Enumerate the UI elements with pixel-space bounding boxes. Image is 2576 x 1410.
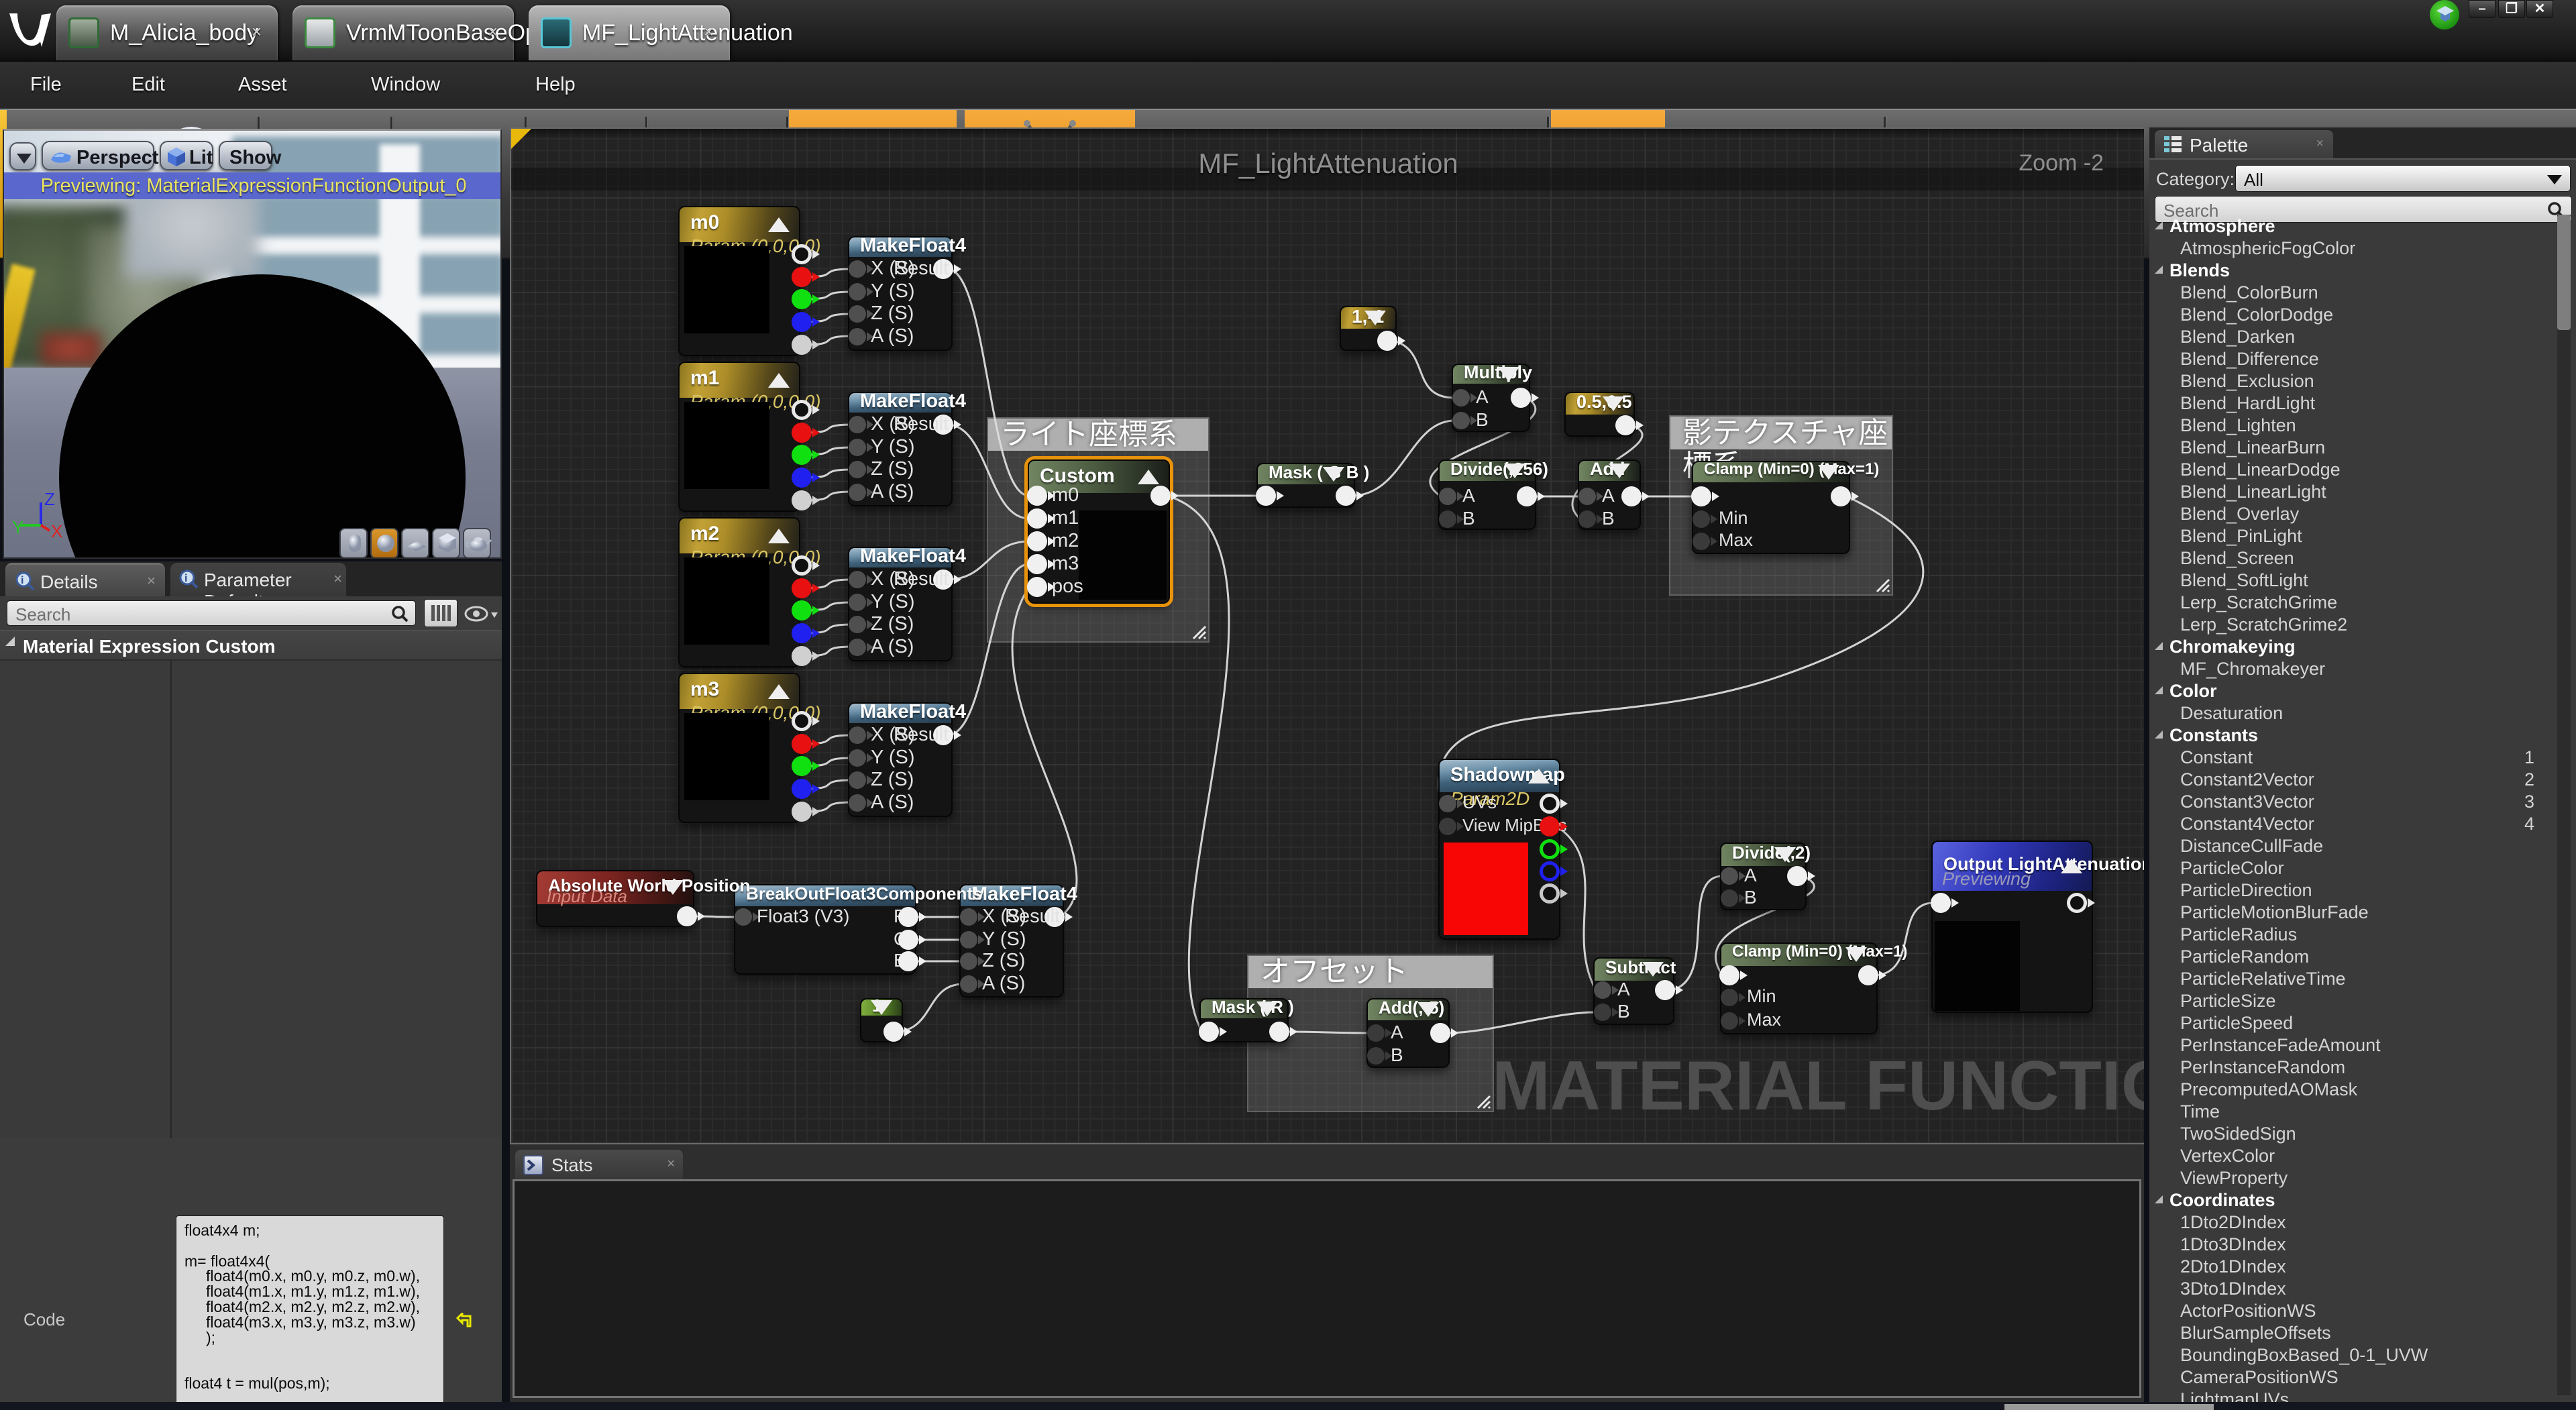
svg-text:Z: Z [44, 493, 55, 509]
svg-text:i: i [21, 575, 23, 586]
svg-text:X: X [51, 521, 62, 540]
svg-text:Y: Y [12, 517, 23, 537]
svg-text:i: i [184, 573, 187, 584]
